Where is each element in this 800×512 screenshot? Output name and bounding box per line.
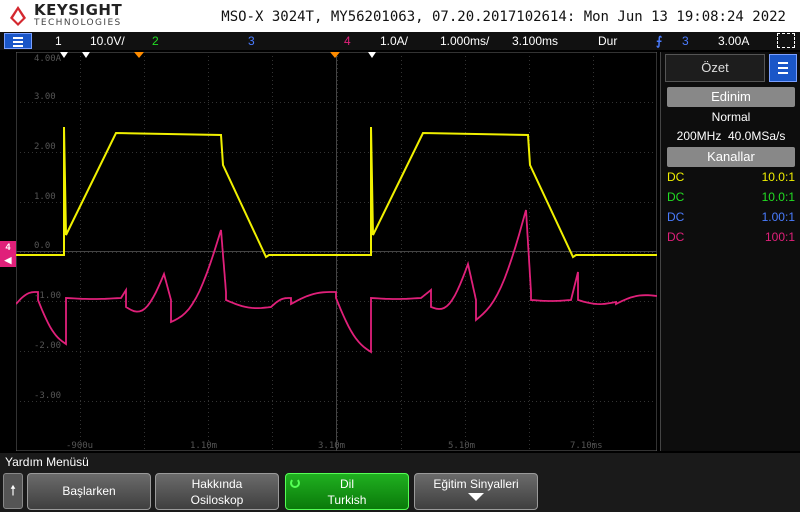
cursor-icon[interactable] — [777, 33, 795, 48]
y-label-2: 2.00 — [34, 142, 56, 152]
back-button[interactable]: 🠕 — [3, 473, 23, 509]
x-label-3: 5.10m — [448, 441, 476, 451]
ch3-number[interactable]: 3 — [248, 34, 255, 48]
ch1-scale[interactable]: 10.0V/ — [90, 34, 125, 48]
ch4-ground-marker[interactable]: 4 ◀ — [0, 241, 16, 267]
y-label-7: -3.00 — [34, 391, 62, 401]
x-label-2: 3.10m — [318, 441, 346, 451]
ch1-number[interactable]: 1 — [55, 34, 62, 48]
y-label-6: -2.00 — [34, 341, 62, 351]
summary-panel: Özet Edinim Normal 200MHz 40.0MSa/s Kana… — [660, 52, 800, 451]
menu-icon — [13, 37, 23, 39]
getting-started-button[interactable]: Başlarken — [27, 473, 151, 510]
acquisition-mode: Normal — [711, 110, 751, 124]
tab-summary[interactable]: Özet — [665, 54, 765, 82]
help-menu-label: Yardım Menüsü — [5, 455, 89, 469]
instrument-title: MSO-X 3024T, MY56201063, 07.20.201710261… — [221, 9, 786, 25]
waveform-display[interactable]: 4.00A 3.00 2.00 1.00 0.0 -1.00 -2.00 -3.… — [16, 52, 657, 451]
channels-header: Kanallar — [667, 147, 795, 167]
trigger-mode[interactable]: Dur — [598, 34, 617, 48]
menu-icon — [778, 62, 788, 64]
status-bar: 1 10.0V/ 2 3 4 1.0A/ 1.000ms/ 3.100ms Du… — [0, 32, 800, 50]
ch4-scale[interactable]: 1.0A/ — [380, 34, 408, 48]
back-arrow-icon: 🠕 — [9, 483, 16, 499]
knob-icon — [290, 478, 300, 488]
y-label-0: 4.00A — [34, 54, 62, 64]
x-label-1: 1.10m — [190, 441, 218, 451]
training-signals-button[interactable]: Eğitim Sinyalleri — [414, 473, 538, 510]
brand-name: KEYSIGHT — [34, 1, 123, 19]
y-label-1: 3.00 — [34, 92, 56, 102]
x-label-0: -900u — [66, 441, 94, 451]
keysight-logo-icon — [10, 6, 26, 26]
trigger-level[interactable]: 3.00A — [718, 34, 749, 48]
y-label-5: -1.00 — [34, 291, 62, 301]
y-label-3: 1.00 — [34, 192, 56, 202]
panel-menu-button[interactable] — [769, 54, 797, 82]
ch4-number[interactable]: 4 — [344, 34, 351, 48]
x-label-4: 7.10ms — [570, 441, 603, 451]
down-arrow-icon — [468, 493, 484, 501]
trigger-source[interactable]: 3 — [682, 34, 689, 48]
keysight-logo: KEYSIGHT TECHNOLOGIES — [6, 1, 136, 31]
title-bar: KEYSIGHT TECHNOLOGIES MSO-X 3024T, MY562… — [0, 0, 800, 32]
about-oscilloscope-button[interactable]: Hakkında Osiloskop — [155, 473, 279, 510]
acquisition-header: Edinim — [667, 87, 795, 107]
brand-subtitle: TECHNOLOGIES — [34, 18, 122, 28]
y-label-4: 0.0 — [34, 241, 51, 251]
trigger-edge-icon: ⨍ — [656, 34, 663, 48]
timebase[interactable]: 1.000ms/ — [440, 34, 489, 48]
acquisition-rate: 200MHz 40.0MSa/s — [676, 129, 786, 143]
menu-button[interactable] — [4, 33, 32, 49]
language-button[interactable]: Dil Turkish — [285, 473, 409, 510]
graticule — [16, 52, 657, 451]
softkey-bar: Yardım Menüsü 🠕 Başlarken Hakkında Osilo… — [0, 453, 800, 512]
delay[interactable]: 3.100ms — [512, 34, 558, 48]
ch2-number[interactable]: 2 — [152, 34, 159, 48]
